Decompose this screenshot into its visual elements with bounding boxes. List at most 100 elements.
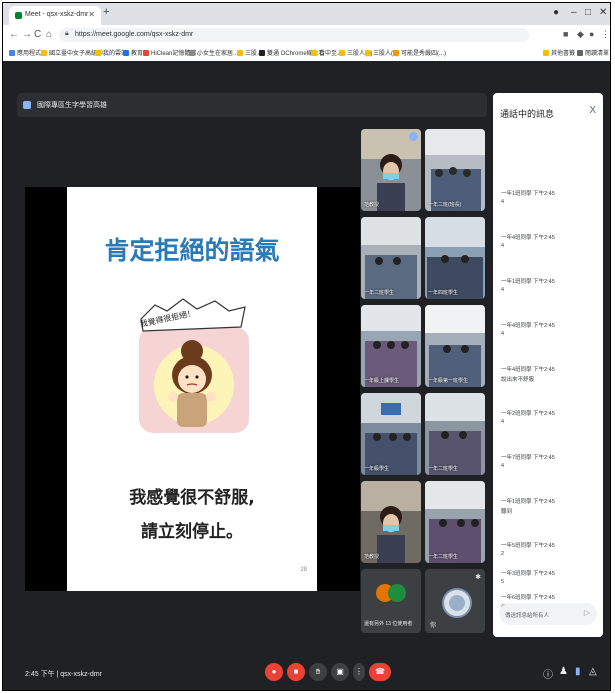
speech-bubble-text: 我覺得很拒絕！ <box>139 308 196 329</box>
participant-tile[interactable]: 一年四班學生 <box>425 217 485 299</box>
participant-tile[interactable]: 一年二班學生 <box>425 481 485 563</box>
lock-icon: 🔒︎ <box>65 30 69 37</box>
camera-off-icon[interactable]: ■ <box>287 663 305 681</box>
people-icon[interactable]: ♟ <box>559 666 568 677</box>
participant-tile[interactable]: 一年級學生 <box>361 393 421 475</box>
more-participants-label: 還有另外 13 位使用者 <box>364 621 413 627</box>
bookmark-item[interactable]: 其他書籤 <box>543 48 575 57</box>
participant-video <box>425 481 485 563</box>
present-icon[interactable]: ▣ <box>331 663 349 681</box>
participant-tile[interactable]: 范教授 <box>361 129 421 211</box>
bookmark-item[interactable]: 教育 <box>123 48 143 57</box>
bottom-bar: 2:45 下午 | qsx-xskz-dmr ● ■ ✋︎ ▣ ⋮ ☎︎ ⓘ ♟… <box>3 657 610 690</box>
participant-tile[interactable]: 一年級第一班學生 <box>425 305 485 387</box>
participant-video <box>361 481 421 563</box>
slide-line-1: 我感覺很不舒服, <box>129 488 255 508</box>
slide-line-2: 請立刻停止。 <box>141 522 243 542</box>
tab-title: Meet - qsx-xskz-dmr <box>25 11 89 18</box>
home-icon[interactable]: ⌂ <box>46 29 52 40</box>
participant-name: 一年級上課學生 <box>364 378 400 384</box>
participant-video <box>425 129 485 211</box>
chat-input[interactable]: 傳送訊息給所有人 ▷ <box>499 603 597 625</box>
bookmark-item[interactable]: 應用程式 <box>9 48 41 57</box>
participant-name: 一年二班學生 <box>428 554 459 560</box>
self-label: 你 <box>430 623 437 629</box>
self-tile[interactable]: 你 ✱ <box>425 569 485 633</box>
participant-tile[interactable]: 范教授 <box>361 481 421 563</box>
chat-message: 一年1班同學 下午2:45 聽到 <box>501 499 555 515</box>
chat-message: 一年4班同學 下午2:45 4 <box>501 323 555 337</box>
chat-message: 一年4班同學 下午2:45 說出來不舒服 <box>501 367 555 383</box>
activities-icon[interactable]: ◬ <box>589 666 597 677</box>
chat-title: 通話中的訊息 <box>500 109 555 119</box>
participant-name: 范教授 <box>364 554 380 560</box>
chat-message: 一年5班同學 下午2:45 2 <box>501 543 555 557</box>
profile-icon[interactable]: ● <box>553 7 559 18</box>
chat-message: 一年7班同學 下午2:45 4 <box>501 455 555 469</box>
participant-tile[interactable]: 一年二班(班長) <box>425 129 485 211</box>
presentation-stage: 肯定拒絕的語氣 我覺得很拒絕！ 我感覺很不舒服, 請立刻停止。 28 <box>25 187 360 591</box>
tab-bar: Meet - qsx-xskz-dmr ✕ + ● – □ ✕ <box>3 3 610 25</box>
window-close-icon[interactable]: ✕ <box>599 7 607 18</box>
minimize-icon[interactable]: – <box>571 7 577 18</box>
slide-page-number: 28 <box>300 567 307 573</box>
new-tab-button[interactable]: + <box>103 6 109 18</box>
apps-icon <box>9 50 15 57</box>
more-participants-tile[interactable]: 還有另外 13 位使用者 <box>361 569 421 633</box>
reload-icon[interactable]: C <box>34 29 41 40</box>
meet-favicon-icon <box>15 12 22 19</box>
meet-area: 國際專區生字學習高雄 肯定拒絕的語氣 我覺得很拒絕！ 我感覺很不舒服, 請立刻停… <box>3 61 610 690</box>
chat-message: 一年2班同學 下午2:45 4 <box>501 411 555 425</box>
bookmark-item[interactable]: 可能是秀嚴四(...) <box>393 48 446 57</box>
raise-hand-icon[interactable]: ✋︎ <box>309 663 327 681</box>
chat-message: 一年1班同學 下午2:45 4 <box>501 191 555 205</box>
chat-input-placeholder: 傳送訊息給所有人 <box>505 613 550 619</box>
back-icon[interactable]: ← <box>9 29 19 40</box>
chat-panel: 通話中的訊息 X 一年1班同學 下午2:45 4 一年4班同學 下午2:45 4… <box>493 93 603 637</box>
participant-video <box>361 305 421 387</box>
participant-name: 一年二班(班長) <box>428 202 462 208</box>
extension-icon[interactable]: ◆ <box>577 29 584 40</box>
bookmarks-bar: 應用程式 國立臺中女子高級中... 我的雲端 教育 HiClean記憶體清...… <box>3 45 610 62</box>
participant-name: 一年二班學生 <box>364 290 395 296</box>
address-bar-row: ← → C ⌂ 🔒︎ https://meet.google.com/qsx-x… <box>3 25 610 45</box>
participant-tile[interactable]: 一年級上課學生 <box>361 305 421 387</box>
url-text: https://meet.google.com/qsx-xskz-dmr <box>75 31 194 38</box>
chat-icon[interactable]: ▮ <box>575 666 581 677</box>
pin-icon[interactable]: ✱ <box>475 573 481 581</box>
participant-video <box>425 305 485 387</box>
mic-off-icon[interactable]: ● <box>265 663 283 681</box>
slide: 肯定拒絕的語氣 我覺得很拒絕！ 我感覺很不舒服, 請立刻停止。 28 <box>67 187 317 591</box>
participant-video <box>425 217 485 299</box>
browser-tab[interactable]: Meet - qsx-xskz-dmr ✕ <box>9 6 101 25</box>
participant-tile[interactable]: 一年二班學生 <box>425 393 485 475</box>
chat-message: 一年4班同學 下午2:45 4 <box>501 235 555 249</box>
participant-tile[interactable]: 一年二班學生 <box>361 217 421 299</box>
participant-name: 一年二班學生 <box>428 466 459 472</box>
presentation-header: 國際專區生字學習高雄 <box>17 93 487 117</box>
profile-avatar-icon[interactable]: ● <box>589 29 594 39</box>
presentation-title: 國際專區生字學習高雄 <box>37 102 107 109</box>
speech-bubble: 我覺得很拒絕！ <box>139 303 235 343</box>
participant-name: 一年四班學生 <box>428 290 459 296</box>
url-field[interactable]: 🔒︎ https://meet.google.com/qsx-xskz-dmr <box>59 28 529 42</box>
participant-name: 一年級第一班學生 <box>428 378 469 384</box>
close-icon[interactable]: X <box>589 105 596 116</box>
end-call-icon[interactable]: ☎︎ <box>369 663 391 681</box>
participant-video <box>361 217 421 299</box>
camera-icon[interactable]: ■ <box>563 29 568 39</box>
send-icon[interactable]: ▷ <box>584 608 590 617</box>
slide-title: 肯定拒絕的語氣 <box>104 236 280 265</box>
menu-icon[interactable]: ⋮ <box>601 29 610 40</box>
forward-icon[interactable]: → <box>22 29 32 40</box>
participant-name: 范教授 <box>364 202 380 208</box>
presentation-icon <box>23 101 31 109</box>
info-icon[interactable]: ⓘ <box>543 666 553 681</box>
speaking-indicator-icon <box>409 132 418 141</box>
bookmark-item[interactable]: 小女生在家居... <box>189 48 238 57</box>
bookmark-item[interactable]: 閱讀清單 <box>577 48 609 57</box>
tab-close-icon[interactable]: ✕ <box>88 10 95 19</box>
more-options-icon[interactable]: ⋮ <box>353 663 365 681</box>
maximize-icon[interactable]: □ <box>585 7 591 18</box>
chat-message: 一年3班同學 下午2:45 5 <box>501 571 555 585</box>
